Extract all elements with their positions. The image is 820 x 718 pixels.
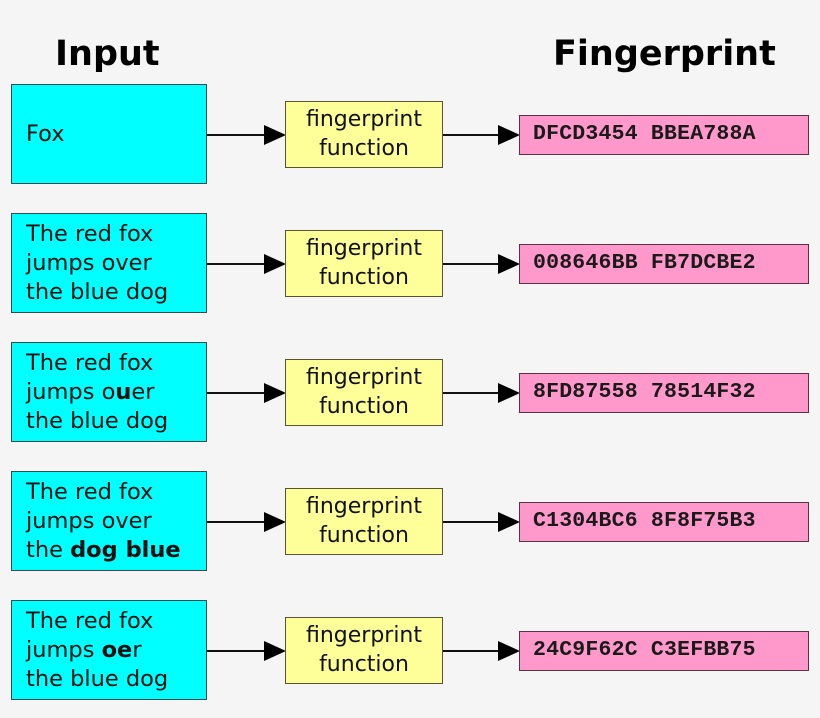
- function-label-line2: function: [319, 652, 409, 677]
- input-text-segment: jumps o: [26, 378, 116, 405]
- arrowhead-icon: [498, 512, 520, 532]
- function-label-line1: fingerprint: [305, 623, 423, 648]
- arrowhead-icon: [264, 125, 286, 145]
- function-label-line2: function: [319, 265, 409, 290]
- fingerprint-function-box: fingerprint function: [285, 101, 443, 168]
- fingerprint-function-box: fingerprint function: [285, 617, 443, 684]
- arrowhead-icon: [264, 383, 286, 403]
- arrow-line: [443, 650, 499, 652]
- arrow-line: [443, 134, 499, 136]
- input-line: the blue dog: [26, 665, 168, 694]
- input-box: The red fox jumps ouer the blue dog: [11, 342, 207, 442]
- arrowhead-icon: [498, 641, 520, 661]
- input-text-segment: the: [26, 536, 71, 563]
- function-label-line1: fingerprint: [305, 494, 423, 519]
- input-line: jumps over: [26, 507, 181, 536]
- input-text: The red fox jumps oer the blue dog: [26, 607, 168, 694]
- input-line: The red fox: [26, 220, 168, 249]
- input-line: Fox: [26, 120, 65, 149]
- input-text: Fox: [26, 120, 65, 149]
- input-text-segment: the blue dog: [26, 665, 169, 692]
- input-line: the dog blue: [26, 536, 181, 565]
- arrow-line: [207, 521, 265, 523]
- diagram-row-1: Fox fingerprint function DFCD3454 BBEA78…: [0, 84, 820, 186]
- input-text-segment: The red fox: [26, 220, 154, 247]
- input-text-segment: jumps: [26, 636, 102, 663]
- input-text-segment: Fox: [26, 120, 65, 147]
- fingerprint-box: 008646BB FB7DCBE2: [519, 244, 809, 284]
- input-text-segment: the blue dog: [26, 278, 169, 305]
- input-text-segment: the blue dog: [26, 407, 169, 434]
- arrowhead-icon: [264, 641, 286, 661]
- arrow-line: [207, 650, 265, 652]
- input-text-segment: r: [132, 636, 142, 663]
- input-text-segment: The red fox: [26, 349, 154, 376]
- arrowhead-icon: [264, 512, 286, 532]
- input-line: jumps oer: [26, 636, 168, 665]
- diagram-row-5: The red fox jumps oer the blue dog fingerp…: [0, 600, 820, 702]
- input-box: The red fox jumps over the blue dog: [11, 213, 207, 313]
- input-line: the blue dog: [26, 278, 168, 307]
- arrowhead-icon: [498, 125, 520, 145]
- input-text-segment: jumps over: [26, 507, 152, 534]
- arrow-line: [443, 392, 499, 394]
- input-text-segment: The red fox: [26, 607, 154, 634]
- fingerprint-box: 24C9F62C C3EFBB75: [519, 631, 809, 671]
- fingerprint-column-heading: Fingerprint: [553, 34, 776, 74]
- input-line: jumps over: [26, 249, 168, 278]
- input-line: The red fox: [26, 349, 168, 378]
- fingerprint-function-box: fingerprint function: [285, 488, 443, 555]
- function-label-line2: function: [319, 136, 409, 161]
- arrowhead-icon: [498, 254, 520, 274]
- arrow-line: [207, 134, 265, 136]
- input-box: The red fox jumps oer the blue dog: [11, 600, 207, 700]
- arrow-line: [207, 263, 265, 265]
- arrowhead-icon: [498, 383, 520, 403]
- diagram-row-3: The red fox jumps ouer the blue dog finger…: [0, 342, 820, 444]
- function-label-line2: function: [319, 523, 409, 548]
- input-text-segment: er: [131, 378, 155, 405]
- input-text: The red fox jumps over the dog blue: [26, 478, 181, 565]
- fingerprint-box: 8FD87558 78514F32: [519, 373, 809, 413]
- fingerprint-function-box: fingerprint function: [285, 359, 443, 426]
- arrowhead-icon: [264, 254, 286, 274]
- input-column-heading: Input: [55, 34, 160, 74]
- changed-text: oe: [101, 636, 133, 663]
- arrow-line: [443, 521, 499, 523]
- input-text-segment: jumps over: [26, 249, 152, 276]
- fingerprint-function-box: fingerprint function: [285, 230, 443, 297]
- input-text: The red fox jumps ouer the blue dog: [26, 349, 168, 436]
- function-label-line1: fingerprint: [305, 365, 423, 390]
- input-line: the blue dog: [26, 407, 168, 436]
- function-label-line1: fingerprint: [305, 236, 423, 261]
- fingerprint-box: C1304BC6 8F8F75B3: [519, 502, 809, 542]
- function-label-line1: fingerprint: [305, 107, 423, 132]
- changed-text: dog blue: [70, 536, 181, 563]
- function-label-line2: function: [319, 394, 409, 419]
- fingerprint-box: DFCD3454 BBEA788A: [519, 115, 809, 155]
- input-text-segment: The red fox: [26, 478, 154, 505]
- input-text: The red fox jumps over the blue dog: [26, 220, 168, 307]
- input-box: Fox: [11, 84, 207, 184]
- diagram-row-2: The red fox jumps over the blue dog finger…: [0, 213, 820, 315]
- changed-text: u: [115, 378, 132, 405]
- input-box: The red fox jumps over the dog blue: [11, 471, 207, 571]
- diagram-row-4: The red fox jumps over the dog blue finger…: [0, 471, 820, 573]
- input-line: The red fox: [26, 478, 181, 507]
- input-line: The red fox: [26, 607, 168, 636]
- arrow-line: [207, 392, 265, 394]
- arrow-line: [443, 263, 499, 265]
- input-line: jumps ouer: [26, 378, 168, 407]
